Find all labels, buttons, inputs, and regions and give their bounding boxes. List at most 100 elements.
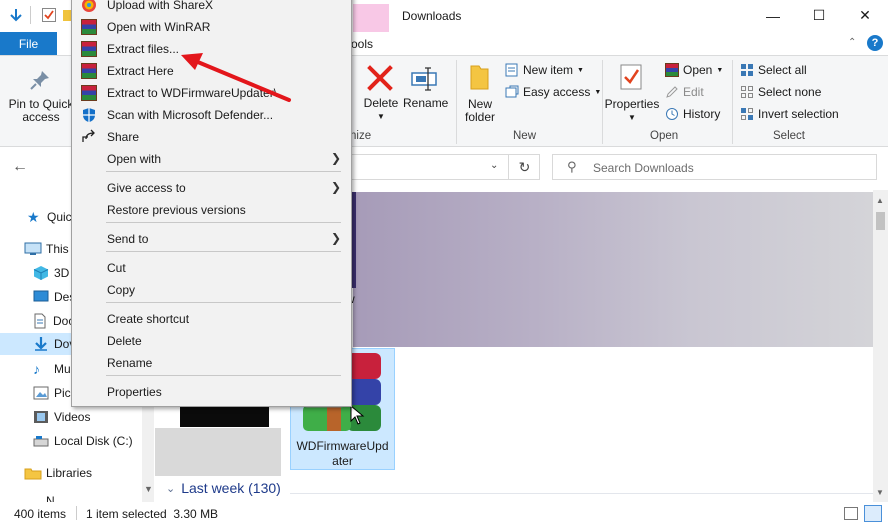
tab-file[interactable]: File — [0, 32, 57, 55]
group-header-line — [290, 493, 875, 494]
status-bar: 400 items 1 item selected 3.30 MB — [0, 502, 888, 525]
rename-button[interactable]: Rename — [403, 97, 448, 110]
history-button[interactable]: History — [665, 107, 720, 121]
music-icon: ♪ — [33, 361, 40, 377]
nav-label: This — [46, 242, 69, 256]
new-folder-button[interactable]: New folder — [460, 98, 500, 124]
properties-button[interactable]: Properties ▼ — [603, 98, 661, 124]
menu-send-to[interactable]: Send to ❯ — [72, 228, 351, 250]
pin-icon — [28, 68, 52, 92]
menu-properties[interactable]: Properties — [72, 381, 351, 403]
menu-cut[interactable]: Cut — [72, 257, 351, 279]
ribbon-separator — [456, 60, 457, 144]
back-arrow-icon[interactable]: ← — [12, 158, 28, 176]
open-button[interactable]: Open ▼ — [665, 63, 723, 77]
new-item-chevron-icon: ▼ — [577, 66, 584, 74]
document-icon — [34, 313, 46, 329]
select-none-button[interactable]: Select none — [740, 85, 821, 99]
menu-delete[interactable]: Delete — [72, 330, 351, 352]
edit-button[interactable]: Edit — [665, 85, 704, 99]
tab-tools[interactable]: ools — [351, 37, 373, 51]
scroll-up-icon[interactable]: ▲ — [876, 196, 884, 205]
nav-libraries[interactable]: Libraries — [0, 462, 153, 484]
disk-icon — [33, 436, 49, 447]
new-folder-quick-icon[interactable] — [63, 7, 71, 23]
easy-access-label: Easy access — [523, 85, 591, 99]
delete-label: Delete — [363, 96, 399, 110]
menu-restore-versions[interactable]: Restore previous versions — [72, 199, 351, 221]
nav-local-disk[interactable]: Local Disk (C:) — [0, 430, 153, 452]
group-header-last-week[interactable]: ⌄ Last week (130) — [166, 480, 281, 496]
address-dropdown-chevron-icon[interactable]: ⌄ — [490, 160, 498, 171]
nav-network-partial[interactable]: N — [0, 488, 140, 502]
large-icons-view-icon[interactable] — [864, 505, 882, 522]
dark-thumbnail — [180, 407, 269, 427]
item-count: 400 items — [14, 507, 67, 521]
close-button[interactable]: ✕ — [842, 0, 888, 31]
refresh-icon[interactable]: ↻ — [508, 154, 540, 180]
quick-access-down-arrow-icon[interactable] — [8, 7, 24, 23]
menu-rename[interactable]: Rename — [72, 352, 351, 374]
menu-label: Cut — [107, 261, 126, 275]
menu-label: Open with — [107, 152, 162, 166]
menu-give-access[interactable]: Give access to ❯ — [72, 177, 351, 199]
menu-label: Send to — [107, 232, 149, 246]
history-label: History — [683, 107, 721, 121]
ribbon-collapse-chevron-icon[interactable]: ⌃ — [848, 37, 856, 48]
select-all-button[interactable]: Select all — [740, 63, 807, 77]
download-icon — [35, 337, 47, 351]
scrollbar-thumb[interactable] — [876, 212, 885, 230]
menu-scan-defender[interactable]: Scan with Microsoft Defender... — [72, 104, 351, 126]
menu-share[interactable]: Share — [72, 126, 351, 148]
help-icon[interactable]: ? — [867, 35, 883, 51]
scroll-down-icon[interactable]: ▼ — [876, 488, 884, 497]
pin-to-quick-access-button[interactable]: Pin to Quick access — [6, 98, 76, 124]
nav-label: Videos — [54, 410, 91, 424]
invert-selection-button[interactable]: Invert selection — [740, 107, 839, 121]
content-scrollbar[interactable] — [873, 190, 888, 502]
select-all-label: Select all — [758, 63, 807, 77]
nav-scroll-down-icon[interactable]: ▼ — [144, 484, 153, 494]
properties-label: Properties — [604, 97, 660, 111]
blurred-file-label — [155, 428, 281, 476]
nav-label: 3D — [54, 266, 70, 280]
easy-access-button[interactable]: Easy access ▼ — [505, 85, 601, 99]
nav-label: Libraries — [46, 466, 93, 480]
menu-label: Delete — [107, 334, 142, 348]
edit-pencil-icon — [666, 86, 678, 98]
pictures-icon — [33, 386, 49, 400]
new-group-label: New — [513, 130, 537, 142]
search-box[interactable]: ⚲ Search Downloads — [552, 154, 877, 180]
nav-videos[interactable]: Videos — [0, 406, 153, 428]
selection-info: 1 item selected 3.30 MB — [86, 507, 219, 521]
mouse-cursor-icon — [350, 404, 366, 425]
properties-check-icon[interactable] — [41, 7, 57, 23]
maximize-button[interactable]: ☐ — [796, 0, 842, 31]
select-none-icon — [741, 86, 753, 98]
menu-label: Copy — [107, 283, 136, 297]
organize-group-label: nize — [350, 130, 372, 142]
delete-dropdown-chevron-icon: ▼ — [377, 112, 385, 121]
select-group-label: Select — [773, 130, 805, 142]
menu-upload-sharex[interactable]: Upload with ShareX — [72, 0, 351, 16]
menu-label: Open with WinRAR — [107, 20, 211, 34]
menu-label: Create shortcut — [107, 312, 190, 326]
select-none-label: Select none — [758, 85, 822, 99]
context-tab-highlight — [353, 4, 389, 32]
group-collapse-chevron-icon: ⌄ — [166, 482, 176, 495]
search-placeholder: Search Downloads — [593, 161, 694, 175]
delete-button[interactable]: Delete ▼ — [362, 97, 400, 123]
menu-open-with[interactable]: Open with ❯ — [72, 148, 351, 170]
menu-create-shortcut[interactable]: Create shortcut — [72, 308, 351, 330]
minimize-button[interactable]: — — [750, 0, 796, 31]
details-view-icon[interactable] — [844, 507, 858, 520]
winrar-icon — [665, 63, 679, 77]
blurred-content-region — [353, 192, 873, 347]
menu-open-with-winrar[interactable]: Open with WinRAR — [72, 16, 351, 38]
new-item-button[interactable]: New item ▼ — [505, 63, 584, 77]
menu-copy[interactable]: Copy — [72, 279, 351, 301]
file-name-line1: WDFirmwareUpd — [296, 439, 389, 453]
new-item-icon — [505, 63, 518, 77]
pin-label-line2: access — [22, 110, 60, 124]
ribbon-separator — [732, 60, 733, 144]
